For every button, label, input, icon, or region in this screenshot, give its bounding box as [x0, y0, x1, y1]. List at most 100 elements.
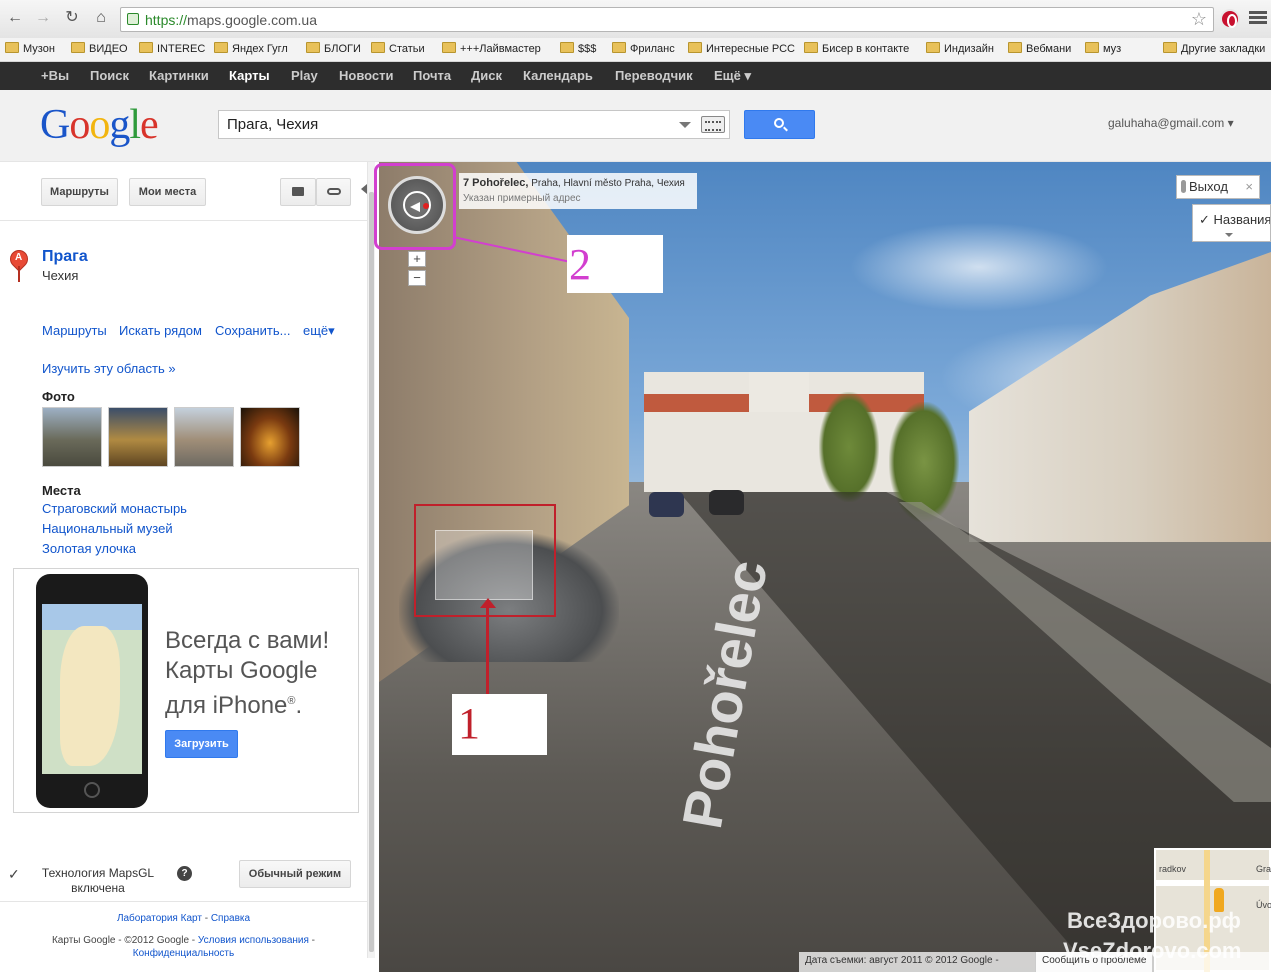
bookmark-folder[interactable]: ВИДЕО: [71, 42, 128, 55]
gbar-item-images[interactable]: Картинки: [149, 68, 209, 83]
account-menu[interactable]: galuhaha@gmail.com ▾: [1108, 116, 1234, 130]
search-button[interactable]: [744, 110, 815, 139]
place-link[interactable]: Национальный музей: [42, 521, 173, 536]
download-button[interactable]: Загрузить: [165, 730, 238, 758]
gbar-item-play[interactable]: Play: [291, 68, 318, 83]
building-tower: [749, 372, 809, 412]
capture-date-text: Дата съемки: август 2011 © 2012 Google -: [805, 955, 999, 966]
left-panel: [0, 162, 372, 972]
action-save-link[interactable]: Сохранить...: [215, 323, 290, 338]
bookmark-folder[interactable]: Вебмани: [1008, 42, 1071, 55]
iphone-promo: Всегда с вами! Карты Google для iPhone®.…: [13, 568, 359, 813]
promo-line: для iPhone®.: [165, 686, 355, 721]
folder-icon: [442, 42, 456, 53]
forward-icon[interactable]: →: [33, 8, 53, 28]
photo-thumbnail[interactable]: [240, 407, 300, 467]
gbar-item-translate[interactable]: Переводчик: [615, 68, 693, 83]
panel-scrollbar[interactable]: [367, 162, 375, 958]
gbar-item-drive[interactable]: Диск: [471, 68, 502, 83]
place-name[interactable]: Прага: [42, 248, 88, 266]
bookmark-folder[interactable]: БЛОГИ: [306, 42, 361, 55]
logo-letter: G: [40, 102, 70, 148]
collapse-panel-icon[interactable]: [361, 184, 367, 194]
back-icon[interactable]: ←: [5, 8, 25, 28]
folder-icon: [71, 42, 85, 53]
my-places-button[interactable]: Мои места: [129, 178, 206, 206]
bookmark-folder[interactable]: Индизайн: [926, 42, 994, 55]
bookmark-folder[interactable]: Яндех Гугл: [214, 42, 288, 55]
routes-button[interactable]: Маршруты: [41, 178, 118, 206]
folder-icon: [371, 42, 385, 53]
bookmark-folder[interactable]: Музон: [5, 42, 55, 55]
other-bookmarks[interactable]: Другие закладки: [1163, 42, 1265, 55]
photo-thumbnail[interactable]: [174, 407, 234, 467]
reload-icon[interactable]: ↻: [62, 8, 82, 28]
gbar-item-more[interactable]: Ещё ▾: [714, 68, 751, 84]
zoom-in-button[interactable]: +: [408, 251, 426, 267]
browser-toolbar: ← → ↻ ⌂ https://maps.google.com.ua ☆: [0, 0, 1271, 38]
gbar-item-maps[interactable]: Карты: [229, 68, 270, 83]
explore-area-link[interactable]: Изучить эту область »: [42, 361, 176, 376]
bookmark-label: Другие закладки: [1181, 43, 1266, 55]
place-link[interactable]: Золотая улочка: [42, 541, 136, 556]
bookmark-label: $$$: [578, 43, 597, 55]
dropdown-arrow-icon[interactable]: [679, 122, 691, 128]
chevron-down-icon: [1225, 233, 1233, 237]
home-icon[interactable]: ⌂: [91, 8, 111, 28]
google-logo[interactable]: Google: [40, 100, 159, 150]
menu-icon[interactable]: [1249, 9, 1267, 27]
gbar-item-search[interactable]: Поиск: [90, 68, 129, 83]
gbar-item-news[interactable]: Новости: [339, 68, 394, 83]
bookmark-label: Бисер в контакте: [822, 43, 910, 55]
gbar-item-plus[interactable]: +Вы: [41, 68, 69, 83]
help-icon[interactable]: ?: [177, 866, 192, 881]
url-text: https://maps.google.com.ua: [145, 12, 317, 28]
logo-letter: e: [140, 102, 159, 148]
address-box: 7 Pohořelec, Praha, Hlavní město Praha, …: [459, 173, 697, 209]
close-icon[interactable]: ×: [1245, 179, 1253, 194]
photo-thumbnail[interactable]: [42, 407, 102, 467]
scrollbar-thumb[interactable]: [369, 192, 374, 952]
place-link[interactable]: Страговский монастырь: [42, 501, 187, 516]
link-button[interactable]: [316, 178, 351, 206]
cloud: [849, 222, 1109, 312]
print-button[interactable]: [280, 178, 316, 206]
bookmark-folder[interactable]: муз: [1085, 42, 1121, 55]
help-link[interactable]: Справка: [211, 913, 250, 924]
bookmark-folder[interactable]: +++Лайвмастер: [442, 42, 541, 55]
action-routes-link[interactable]: Маршруты: [42, 323, 107, 338]
maps-lab-link[interactable]: Лаборатория Карт: [117, 913, 202, 924]
bookmark-label: INTEREC: [157, 43, 206, 55]
bookmark-folder[interactable]: Бисер в контакте: [804, 42, 909, 55]
action-nearby-link[interactable]: Искать рядом: [119, 323, 202, 338]
link-icon: [326, 188, 341, 195]
search-icon: [774, 118, 784, 128]
annotation-box-2: [374, 163, 456, 250]
exit-street-view-button[interactable]: Выход ×: [1176, 175, 1260, 199]
marker-stem: [18, 266, 20, 282]
extension-icon[interactable]: [1220, 9, 1240, 29]
normal-mode-button[interactable]: Обычный режим: [239, 860, 351, 888]
search-input[interactable]: Прага, Чехия: [218, 110, 730, 139]
gbar-item-calendar[interactable]: Календарь: [523, 68, 593, 83]
logo-letter: g: [109, 102, 130, 148]
folder-icon: [926, 42, 940, 53]
bookmark-star-icon[interactable]: ☆: [1191, 9, 1207, 30]
action-more-link[interactable]: ещё▾: [303, 323, 335, 339]
zoom-out-button[interactable]: −: [408, 270, 426, 286]
photo-thumbnail[interactable]: [108, 407, 168, 467]
bookmark-folder[interactable]: Фриланс: [612, 42, 675, 55]
keyboard-icon[interactable]: [701, 116, 725, 133]
terms-link[interactable]: Условия использования: [198, 935, 309, 946]
gbar-item-mail[interactable]: Почта: [413, 68, 451, 83]
bookmark-folder[interactable]: Интересные РСС: [688, 42, 795, 55]
folder-icon: [139, 42, 153, 53]
bookmark-folder[interactable]: INTEREC: [139, 42, 205, 55]
bookmark-folder[interactable]: $$$: [560, 42, 596, 55]
bookmark-folder[interactable]: Статьи: [371, 42, 425, 55]
labels-toggle-label: Названия: [1213, 212, 1271, 227]
labels-toggle[interactable]: ✓ Названия: [1192, 204, 1271, 242]
privacy-link[interactable]: Конфиденциальность: [133, 948, 234, 959]
address-bar[interactable]: https://maps.google.com.ua ☆: [120, 7, 1214, 32]
place-country: Чехия: [42, 268, 79, 283]
